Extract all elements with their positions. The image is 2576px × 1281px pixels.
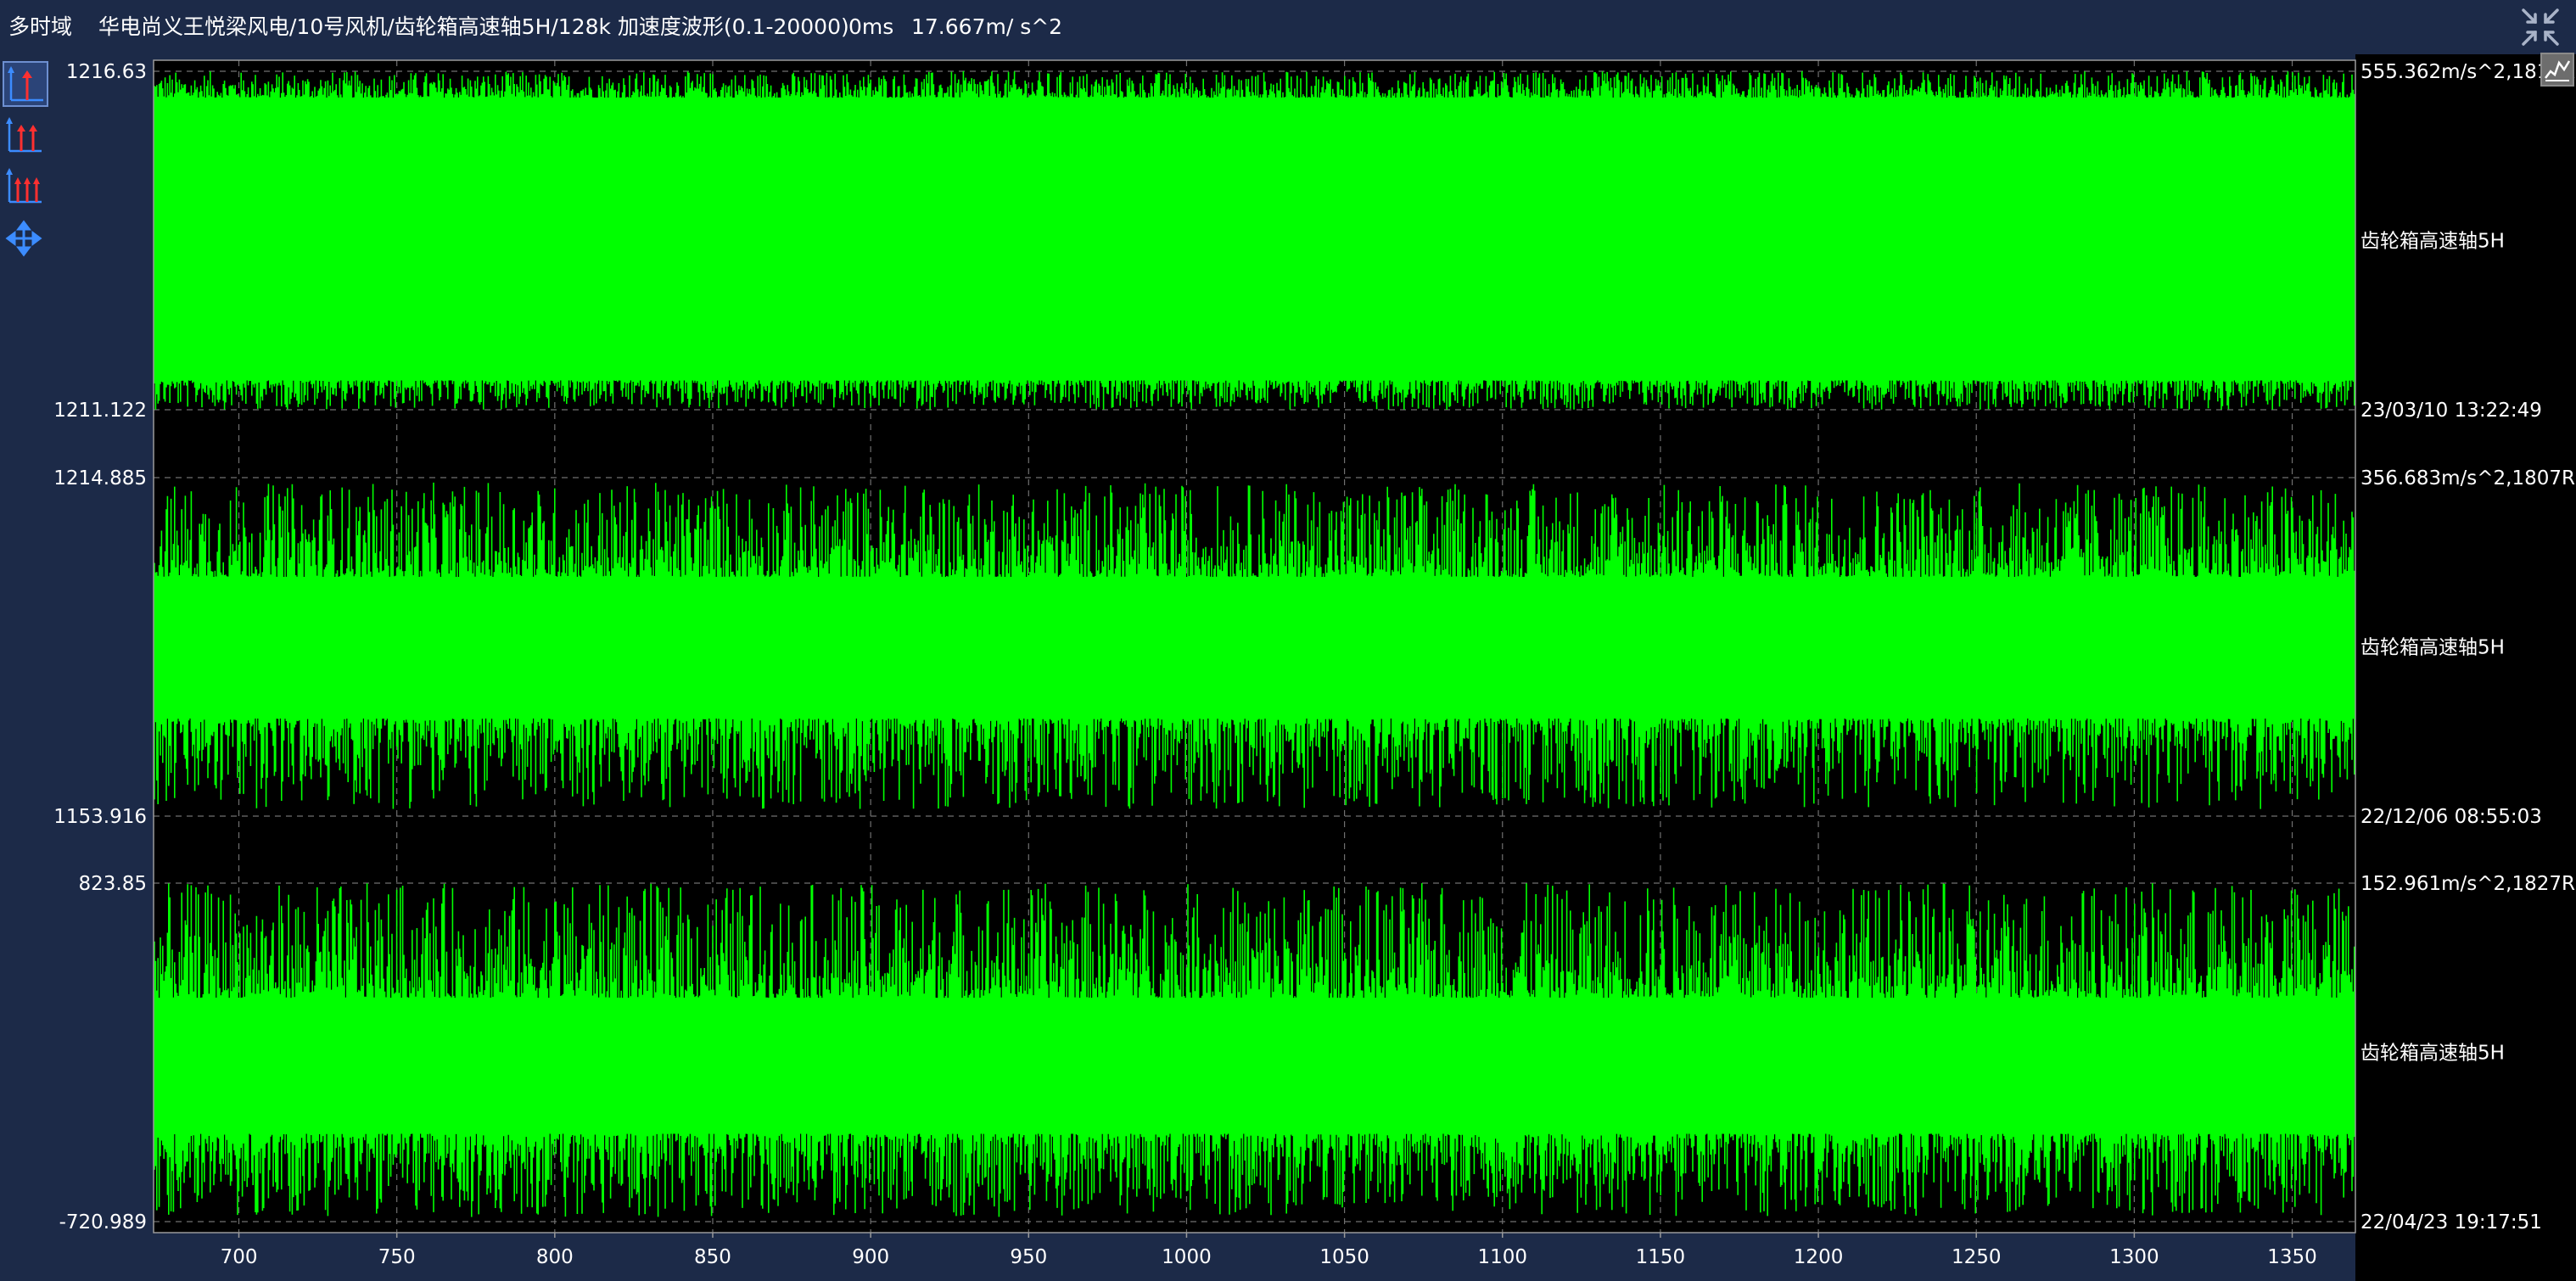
- x-tick-label: 1000: [1162, 1246, 1212, 1268]
- collapse-button[interactable]: [2518, 5, 2562, 49]
- x-tick-label: 1350: [2267, 1246, 2317, 1268]
- channel-path: 华电尚义王悦梁风电/10号风机/齿轮箱高速轴5H/128k 加速度波形(0.1-…: [98, 14, 849, 39]
- panel-3-y-max: 823.85: [79, 873, 147, 895]
- panel-2-y-min: 1153.916: [53, 806, 147, 828]
- panel-1-timestamp: 23/03/10 13:22:49: [2360, 400, 2542, 422]
- harmonic-cursor-icon: [6, 168, 42, 204]
- panel-2-channel: 齿轮箱高速轴5H: [2360, 637, 2505, 659]
- multi-waveform-chart[interactable]: 1216.631211.122555.362m/s^2,1810RPM齿轮箱高速…: [51, 54, 2576, 1281]
- panel-3-info: 152.961m/s^2,1827RPM: [2360, 873, 2576, 895]
- panel-1-channel: 齿轮箱高速轴5H: [2360, 231, 2505, 253]
- x-tick-label: 1250: [1952, 1246, 2002, 1268]
- panel-2-timestamp: 22/12/06 08:55:03: [2360, 806, 2542, 828]
- waveform-chart-icon: [2545, 60, 2571, 81]
- x-tick-label: 1200: [1794, 1246, 1844, 1268]
- double-cursor-icon: [6, 117, 42, 153]
- move-arrows-icon: [5, 220, 42, 257]
- panel-2-y-max: 1214.885: [53, 467, 147, 489]
- mode-label: 多时域: [8, 14, 73, 39]
- x-tick-label: 1300: [2109, 1246, 2159, 1268]
- panel-1-y-min: 1211.122: [53, 400, 147, 422]
- single-cursor-tool[interactable]: [3, 61, 48, 107]
- x-tick-label: 800: [536, 1246, 574, 1268]
- header-bar: 多时域 华电尚义王悦梁风电/10号风机/齿轮箱高速轴5H/128k 加速度波形(…: [0, 0, 2576, 54]
- x-tick-label: 1150: [1636, 1246, 1686, 1268]
- panel-3-y-min: -720.989: [59, 1211, 147, 1233]
- chart-type-button[interactable]: [2540, 53, 2574, 87]
- value-readout: 17.667m/ s^2: [911, 14, 1063, 39]
- x-tick-label: 750: [378, 1246, 416, 1268]
- pan-tool[interactable]: [3, 217, 48, 263]
- panel-3-channel: 齿轮箱高速轴5H: [2360, 1043, 2505, 1065]
- x-tick-label: 950: [1010, 1246, 1047, 1268]
- double-cursor-tool[interactable]: [3, 114, 48, 159]
- waveform-1: [154, 71, 2355, 410]
- panel-1-y-max: 1216.63: [66, 61, 147, 83]
- left-toolbar: [0, 54, 51, 1281]
- x-tick-label: 1050: [1319, 1246, 1369, 1268]
- collapse-arrows-icon: [2522, 8, 2559, 46]
- x-tick-label: 1100: [1477, 1246, 1527, 1268]
- y-label-margin: [51, 54, 154, 1281]
- x-tick-label: 900: [852, 1246, 889, 1268]
- x-tick-label: 850: [694, 1246, 731, 1268]
- harmonic-cursor-tool[interactable]: [3, 165, 48, 210]
- x-axis-area: [154, 1233, 2355, 1281]
- time-readout: 0ms: [848, 14, 894, 39]
- panel-2-info: 356.683m/s^2,1807RPM: [2360, 467, 2576, 489]
- x-tick-label: 700: [221, 1246, 258, 1268]
- single-cursor-icon: [8, 66, 43, 102]
- panel-3-timestamp: 22/04/23 19:17:51: [2360, 1211, 2542, 1233]
